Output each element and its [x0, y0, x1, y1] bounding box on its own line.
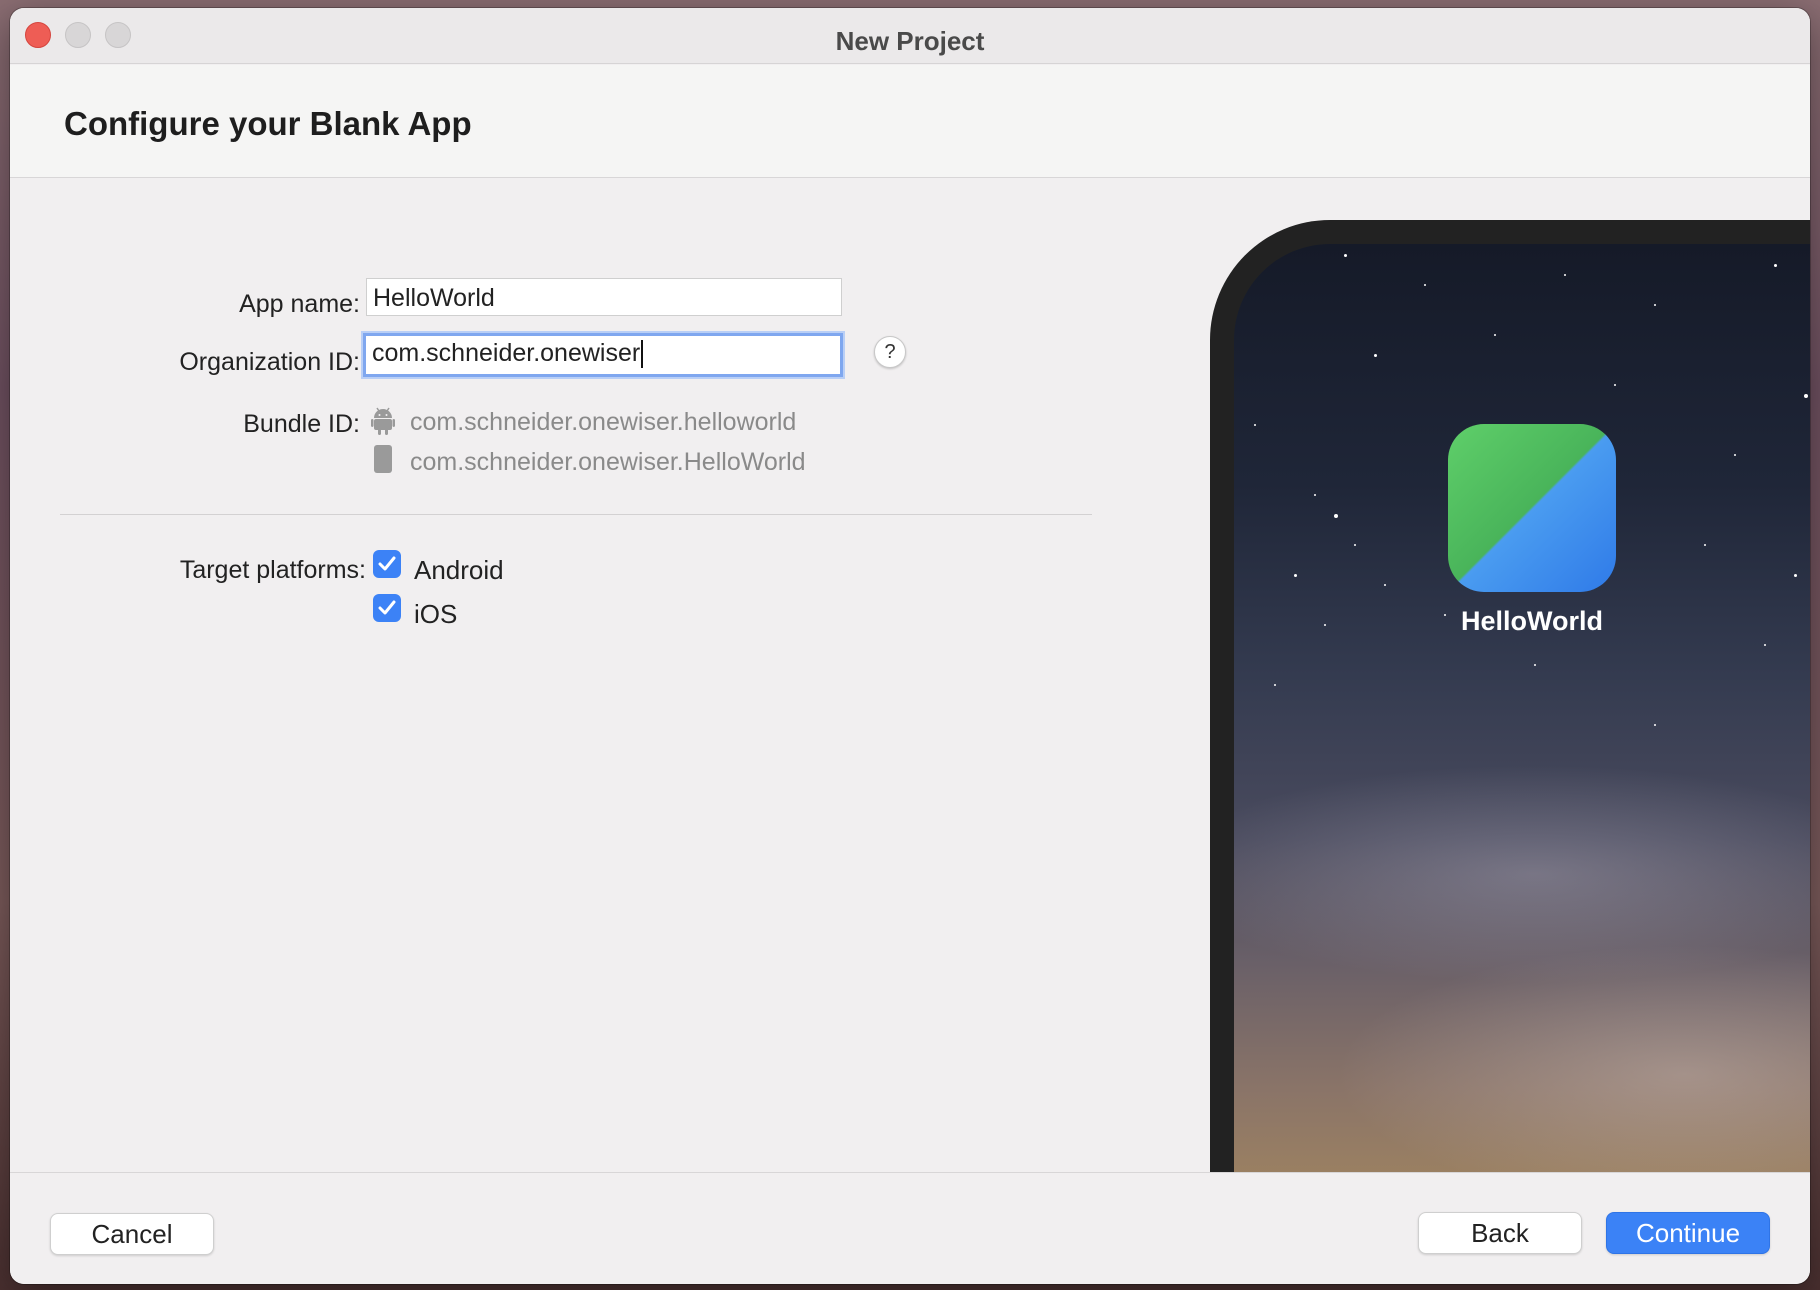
help-button[interactable]: ? — [874, 336, 906, 368]
star — [1424, 284, 1426, 286]
star — [1534, 664, 1536, 666]
text-caret — [641, 340, 644, 369]
ios-checkbox[interactable] — [373, 594, 401, 622]
star — [1294, 574, 1297, 577]
app-name-label: App name: — [239, 290, 360, 318]
wallpaper-cloud — [1334, 944, 1810, 1180]
device-screen-wallpaper — [1234, 244, 1810, 1180]
star — [1354, 544, 1356, 546]
bundle-id-ios: com.schneider.onewiser.HelloWorld — [410, 448, 806, 476]
android-icon — [371, 406, 395, 441]
organization-id-input[interactable]: com.schneider.onewiser — [363, 333, 843, 377]
star — [1374, 354, 1377, 357]
star — [1654, 724, 1656, 726]
android-checkbox-label[interactable]: Android — [414, 555, 504, 586]
app-icon — [1448, 424, 1616, 592]
title-bar: New Project — [10, 8, 1810, 64]
star — [1334, 514, 1338, 518]
star — [1564, 274, 1566, 276]
bundle-id-android: com.schneider.onewiser.helloworld — [410, 408, 797, 436]
continue-button[interactable]: Continue — [1606, 1212, 1770, 1254]
star — [1704, 544, 1706, 546]
star — [1494, 334, 1496, 336]
app-name-input[interactable]: HelloWorld — [366, 278, 842, 316]
back-button[interactable]: Back — [1418, 1212, 1582, 1254]
organization-id-value: com.schneider.onewiser — [372, 339, 641, 367]
star — [1324, 624, 1326, 626]
preview-app-name: HelloWorld — [1460, 606, 1603, 636]
target-platforms-label: Target platforms: — [179, 556, 366, 584]
ios-checkbox-label[interactable]: iOS — [414, 599, 457, 630]
window-title: New Project — [835, 26, 985, 56]
bundle-id-label: Bundle ID: — [243, 410, 360, 438]
star — [1804, 394, 1808, 398]
phone-icon — [373, 444, 393, 479]
organization-id-label: Organization ID: — [179, 348, 360, 376]
star — [1254, 424, 1256, 426]
page-title: Configure your Blank App — [64, 105, 472, 142]
star — [1794, 574, 1797, 577]
cancel-button[interactable]: Cancel — [50, 1213, 214, 1255]
app-name-value: HelloWorld — [373, 284, 495, 312]
page-header: Configure your Blank App — [10, 65, 1810, 178]
star — [1734, 454, 1736, 456]
device-preview — [1210, 220, 1810, 1180]
star — [1274, 684, 1276, 686]
star — [1654, 304, 1656, 306]
section-divider — [60, 514, 1092, 515]
star — [1384, 584, 1386, 586]
new-project-window: New Project Configure your Blank App App… — [10, 8, 1810, 1284]
star — [1774, 264, 1777, 267]
star — [1344, 254, 1347, 257]
footer-bar: Cancel Back Continue — [10, 1172, 1810, 1284]
star — [1764, 644, 1766, 646]
star — [1614, 384, 1616, 386]
android-checkbox[interactable] — [373, 550, 401, 578]
star — [1314, 494, 1316, 496]
